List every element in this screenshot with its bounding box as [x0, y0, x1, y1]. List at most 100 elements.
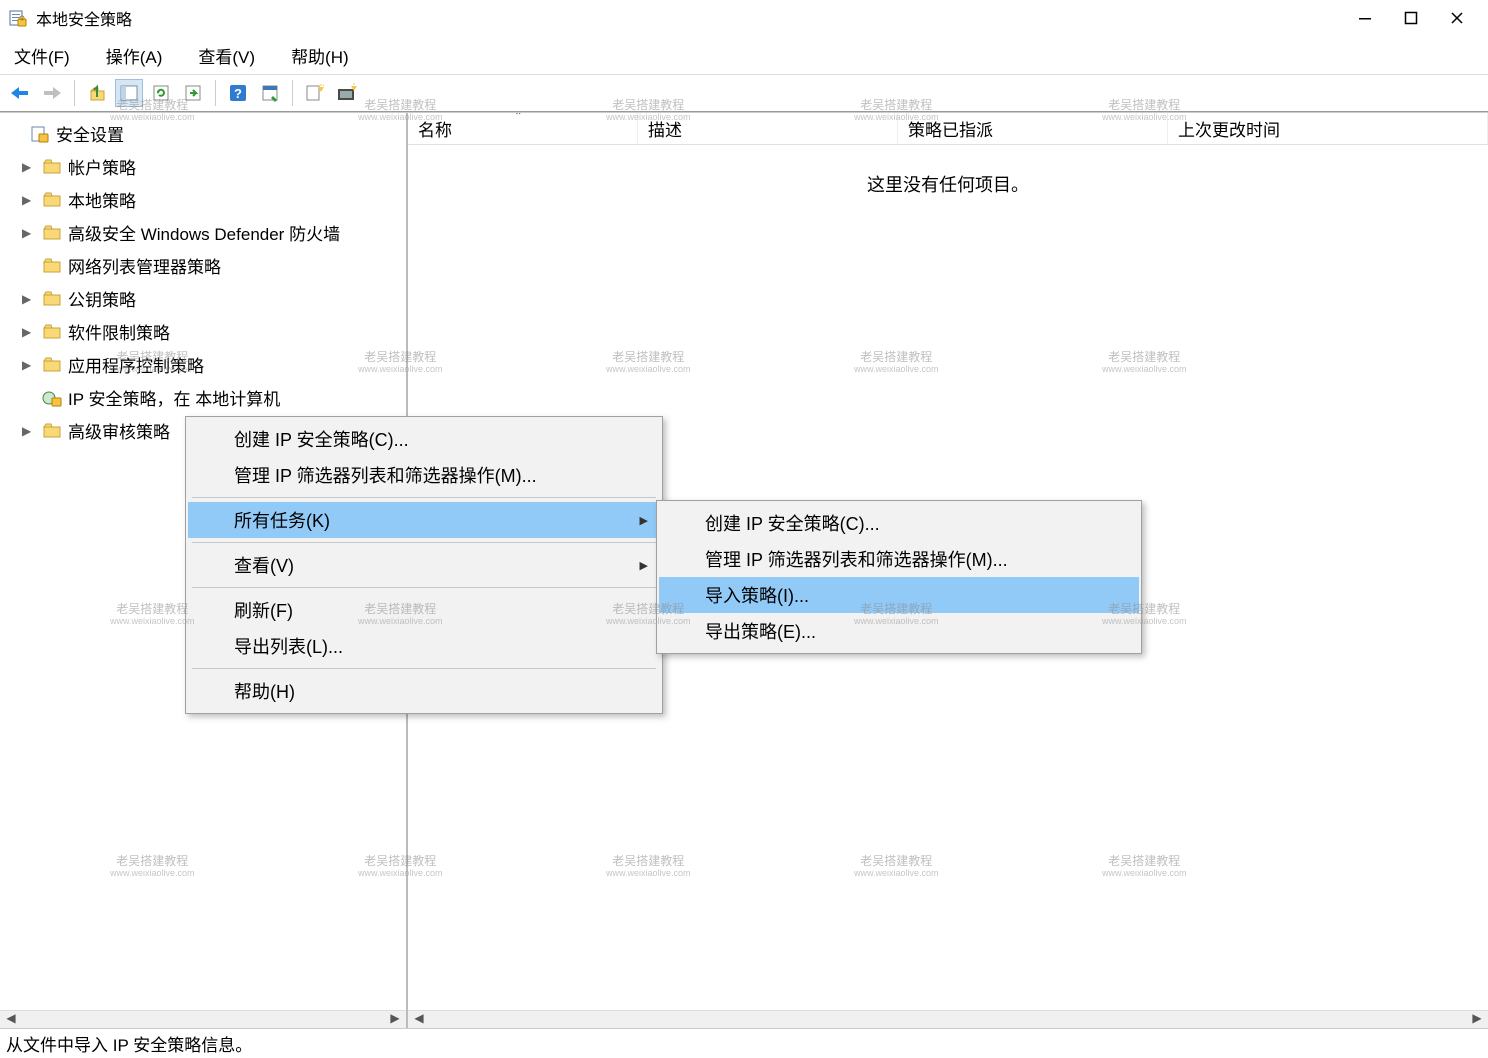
- menu-separator: [192, 587, 656, 588]
- folder-icon: [42, 356, 62, 374]
- menu-help[interactable]: 帮助(H): [285, 39, 355, 72]
- expand-caret-icon[interactable]: ▶: [22, 193, 36, 207]
- menu-action[interactable]: 操作(A): [100, 39, 169, 72]
- menubar: 文件(F) 操作(A) 查看(V) 帮助(H): [0, 36, 1488, 74]
- sub-create-ip-policy[interactable]: 创建 IP 安全策略(C)...: [659, 505, 1139, 541]
- minimize-button[interactable]: [1342, 2, 1388, 34]
- nav-back-button[interactable]: [6, 79, 34, 107]
- tree-root-label: 安全设置: [56, 121, 124, 146]
- scroll-right-icon[interactable]: ▶: [386, 1011, 404, 1028]
- tree-item-app-control[interactable]: ▶ 应用程序控制策略: [0, 348, 406, 381]
- tree-item-label: 本地策略: [68, 187, 136, 212]
- create-policy-button[interactable]: [301, 79, 329, 107]
- menu-view[interactable]: 查看(V): [192, 39, 261, 72]
- tree-item-label: 公钥策略: [68, 286, 136, 311]
- menu-separator: [192, 542, 656, 543]
- close-button[interactable]: [1434, 2, 1480, 34]
- sub-export-policy[interactable]: 导出策略(E)...: [659, 613, 1139, 649]
- column-assigned[interactable]: 策略已指派: [898, 113, 1168, 144]
- refresh-button[interactable]: [147, 79, 175, 107]
- maximize-button[interactable]: [1388, 2, 1434, 34]
- cm-label: 导入策略(I)...: [705, 582, 809, 608]
- tree-root[interactable]: 安全设置: [0, 117, 406, 150]
- status-text: 从文件中导入 IP 安全策略信息。: [6, 1031, 252, 1056]
- expand-caret-icon[interactable]: ▶: [22, 325, 36, 339]
- scroll-left-icon[interactable]: ◀: [410, 1011, 428, 1028]
- tree-item-local-policy[interactable]: ▶ 本地策略: [0, 183, 406, 216]
- app-icon: [8, 8, 28, 28]
- titlebar: 本地安全策略: [0, 0, 1488, 36]
- scroll-right-icon[interactable]: ▶: [1468, 1011, 1486, 1028]
- nav-forward-button[interactable]: [38, 79, 66, 107]
- column-desc[interactable]: 描述: [638, 113, 898, 144]
- toolbar-separator: [215, 80, 216, 106]
- tree-item-network-list[interactable]: 网络列表管理器策略: [0, 249, 406, 282]
- statusbar: 从文件中导入 IP 安全策略信息。: [0, 1028, 1488, 1058]
- cm-create-ip-policy[interactable]: 创建 IP 安全策略(C)...: [188, 421, 660, 457]
- cm-manage-filters[interactable]: 管理 IP 筛选器列表和筛选器操作(M)...: [188, 457, 660, 493]
- sub-manage-filters[interactable]: 管理 IP 筛选器列表和筛选器操作(M)...: [659, 541, 1139, 577]
- cm-label: 创建 IP 安全策略(C)...: [234, 426, 409, 452]
- help-button[interactable]: ?: [224, 79, 252, 107]
- manage-filters-button[interactable]: [333, 79, 361, 107]
- cm-all-tasks[interactable]: 所有任务(K): [188, 502, 660, 538]
- security-settings-icon: [30, 125, 50, 143]
- toolbar-separator: [292, 80, 293, 106]
- tree: 安全设置 ▶ 帐户策略 ▶ 本地策略 ▶ 高级安全 Windows Defend…: [0, 113, 406, 451]
- window-title: 本地安全策略: [36, 6, 1342, 30]
- up-level-button[interactable]: [83, 79, 111, 107]
- cm-label: 管理 IP 筛选器列表和筛选器操作(M)...: [705, 546, 1008, 572]
- context-submenu-all-tasks: 创建 IP 安全策略(C)... 管理 IP 筛选器列表和筛选器操作(M)...…: [656, 500, 1142, 654]
- folder-icon: [42, 422, 62, 440]
- folder-icon: [42, 224, 62, 242]
- menu-separator: [192, 497, 656, 498]
- menu-separator: [192, 668, 656, 669]
- cm-label: 所有任务(K): [234, 507, 330, 533]
- svg-text:?: ?: [234, 86, 242, 101]
- column-lastmod-label: 上次更改时间: [1178, 116, 1280, 141]
- column-desc-label: 描述: [648, 116, 682, 141]
- tree-item-label: 软件限制策略: [68, 319, 170, 344]
- cm-export-list[interactable]: 导出列表(L)...: [188, 628, 660, 664]
- cm-help[interactable]: 帮助(H): [188, 673, 660, 709]
- sub-import-policy[interactable]: 导入策略(I)...: [659, 577, 1139, 613]
- column-name-label: 名称: [418, 116, 452, 141]
- folder-icon: [42, 257, 62, 275]
- show-hide-tree-button[interactable]: [115, 79, 143, 107]
- export-list-button[interactable]: [179, 79, 207, 107]
- tree-item-software-restriction[interactable]: ▶ 软件限制策略: [0, 315, 406, 348]
- toolbar: ?: [0, 74, 1488, 112]
- scroll-left-icon[interactable]: ◀: [2, 1011, 20, 1028]
- list-horizontal-scrollbar[interactable]: ◀ ▶: [408, 1010, 1488, 1028]
- expand-caret-icon[interactable]: ▶: [22, 292, 36, 306]
- folder-icon: [42, 191, 62, 209]
- expand-caret-icon[interactable]: ▶: [22, 358, 36, 372]
- expand-caret-icon[interactable]: ▶: [22, 226, 36, 240]
- tree-item-label: IP 安全策略，在 本地计算机: [68, 385, 280, 410]
- properties-button[interactable]: [256, 79, 284, 107]
- cm-view[interactable]: 查看(V): [188, 547, 660, 583]
- cm-label: 导出列表(L)...: [234, 633, 343, 659]
- cm-label: 查看(V): [234, 552, 294, 578]
- tree-item-account-policy[interactable]: ▶ 帐户策略: [0, 150, 406, 183]
- tree-item-label: 帐户策略: [68, 154, 136, 179]
- column-name[interactable]: 名称 ⌃: [408, 113, 638, 144]
- tree-item-defender-firewall[interactable]: ▶ 高级安全 Windows Defender 防火墙: [0, 216, 406, 249]
- tree-item-public-key[interactable]: ▶ 公钥策略: [0, 282, 406, 315]
- expand-caret-icon[interactable]: ▶: [22, 160, 36, 174]
- tree-item-label: 高级安全 Windows Defender 防火墙: [68, 220, 340, 245]
- cm-label: 创建 IP 安全策略(C)...: [705, 510, 880, 536]
- tree-item-label: 应用程序控制策略: [68, 352, 204, 377]
- folder-icon: [42, 158, 62, 176]
- tree-item-ip-security[interactable]: IP 安全策略，在 本地计算机: [0, 381, 406, 414]
- menu-file[interactable]: 文件(F): [8, 39, 76, 72]
- expand-caret-icon[interactable]: ▶: [22, 424, 36, 438]
- sort-indicator-icon: ⌃: [514, 113, 522, 122]
- tree-horizontal-scrollbar[interactable]: ◀ ▶: [0, 1010, 406, 1028]
- empty-message: 这里没有任何项目。: [408, 145, 1488, 197]
- folder-icon: [42, 323, 62, 341]
- cm-refresh[interactable]: 刷新(F): [188, 592, 660, 628]
- context-menu: 创建 IP 安全策略(C)... 管理 IP 筛选器列表和筛选器操作(M)...…: [185, 416, 663, 714]
- column-assigned-label: 策略已指派: [908, 116, 993, 141]
- column-lastmod[interactable]: 上次更改时间: [1168, 113, 1488, 144]
